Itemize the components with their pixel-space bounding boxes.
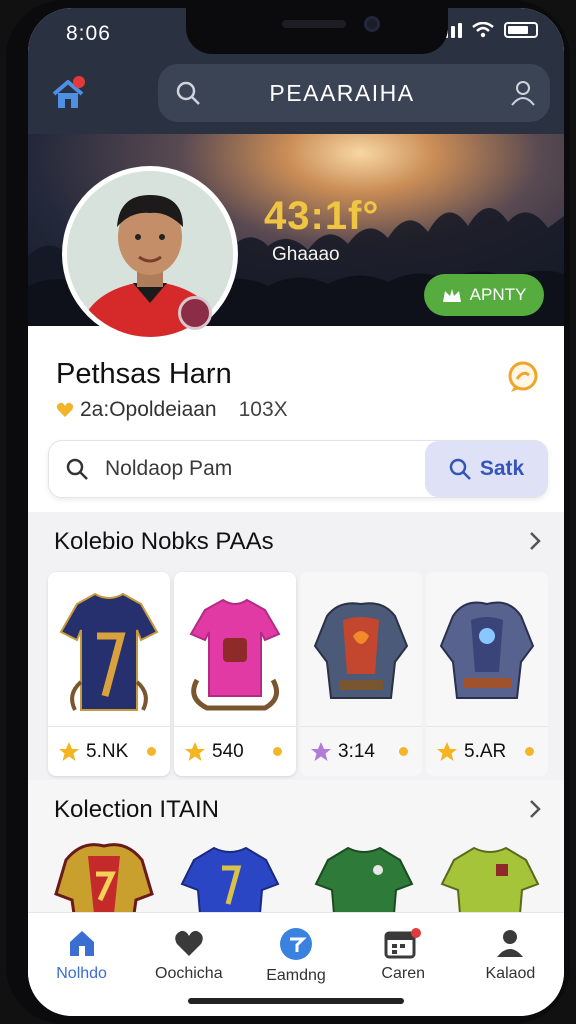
search-button[interactable]: Satk bbox=[425, 441, 547, 497]
home-icon bbox=[69, 931, 94, 956]
item-value: 540 bbox=[212, 740, 244, 762]
phone-frame: 8:06 PEAARAIHA 43:1f° Ghaaao APNTY Peths… bbox=[6, 0, 570, 1024]
star-gold-icon bbox=[185, 741, 205, 761]
notch bbox=[186, 8, 448, 54]
nav-explore-label: Eamdng bbox=[266, 967, 326, 984]
profile-subtitle-row: 2a:Opoldeiaan 103X bbox=[56, 398, 288, 422]
front-camera bbox=[364, 16, 380, 32]
header-title: PEAARAIHA bbox=[269, 79, 415, 106]
coin-icon bbox=[399, 747, 408, 756]
collection-item[interactable]: 3:14 bbox=[300, 572, 422, 776]
collection-2-title: Kolection ITAIN bbox=[54, 796, 219, 823]
score-display: 43:1f° bbox=[264, 194, 380, 238]
home-notification-icon[interactable] bbox=[48, 74, 88, 114]
collection-item[interactable]: 540 bbox=[174, 572, 296, 776]
nav-favorites-label: Oochicha bbox=[155, 965, 223, 982]
chevron-right-icon[interactable] bbox=[528, 798, 542, 825]
nav-calendar-label: Caren bbox=[381, 965, 425, 982]
status-icons bbox=[437, 22, 538, 38]
item-value: 5.AR bbox=[464, 740, 507, 762]
profile-subtitle: 2a:Opoldeiaan bbox=[80, 398, 217, 421]
chevron-right-icon[interactable] bbox=[528, 530, 542, 557]
team-emblem-icon bbox=[178, 296, 212, 330]
coin-icon bbox=[147, 747, 156, 756]
armor-gold-icon[interactable] bbox=[52, 834, 156, 914]
collection-item[interactable]: 5.AR bbox=[426, 572, 548, 776]
armor-red-icon bbox=[313, 602, 409, 699]
star-gold-icon bbox=[59, 741, 79, 761]
heart-icon bbox=[56, 402, 74, 417]
search-icon bbox=[49, 457, 105, 481]
header-search-bar[interactable]: PEAARAIHA bbox=[158, 64, 550, 122]
wifi-icon bbox=[472, 22, 494, 38]
collection-section-2: Kolection ITAIN bbox=[28, 780, 564, 914]
star-gold-icon bbox=[437, 741, 457, 761]
jersey-green-icon[interactable] bbox=[312, 834, 416, 914]
item-value: 3:14 bbox=[338, 740, 375, 762]
profile-percent: 103X bbox=[238, 398, 288, 421]
collection-item-info: 3:14 bbox=[300, 726, 422, 776]
profile-name: Pethsas Harn bbox=[56, 358, 232, 390]
status-time: 8:06 bbox=[66, 22, 111, 45]
home-indicator[interactable] bbox=[188, 998, 404, 1004]
chat-bubble-icon[interactable] bbox=[506, 360, 540, 399]
profile-icon bbox=[497, 930, 524, 957]
collection-1-title: Kolebio Nobks PAAs bbox=[54, 528, 274, 555]
battery-icon bbox=[504, 22, 538, 38]
jersey-blue-icon[interactable] bbox=[178, 834, 282, 914]
search-input[interactable]: Noldaop Pam bbox=[105, 457, 425, 481]
activity-button-label: APNTY bbox=[469, 285, 527, 304]
item-value: 5.NK bbox=[86, 740, 129, 762]
nav-profile[interactable]: Kalaod bbox=[457, 913, 564, 1016]
coin-icon bbox=[525, 747, 534, 756]
search-icon bbox=[158, 80, 218, 106]
score-subtitle: Ghaaao bbox=[272, 244, 340, 265]
item-search-bar[interactable]: Noldaop Pam Satk bbox=[48, 440, 548, 498]
calendar-icon bbox=[384, 928, 422, 959]
armor-blue-icon bbox=[439, 601, 535, 699]
collection-item[interactable]: 5.NK bbox=[48, 572, 170, 776]
collection-item-info: 5.NK bbox=[48, 726, 170, 776]
collection-item-info: 540 bbox=[174, 726, 296, 776]
heart-icon bbox=[175, 930, 203, 956]
nav-home[interactable]: Nolhdo bbox=[28, 913, 135, 1016]
search-button-label: Satk bbox=[479, 457, 525, 480]
user-icon[interactable] bbox=[496, 79, 550, 107]
collection-section-1: Kolebio Nobks PAAs 5.NK 540 3:14 5.AR bbox=[28, 512, 564, 780]
compass-icon bbox=[280, 928, 312, 960]
coin-icon bbox=[273, 747, 282, 756]
activity-button[interactable]: APNTY bbox=[424, 274, 544, 316]
app-screen: 8:06 PEAARAIHA 43:1f° Ghaaao APNTY Peths… bbox=[28, 8, 564, 1016]
star-purple-icon bbox=[311, 741, 331, 761]
collection-item-info: 5.AR bbox=[426, 726, 548, 776]
jersey-pink-icon bbox=[189, 598, 281, 711]
profile-card: Pethsas Harn 2a:Opoldeiaan 103X Noldaop … bbox=[28, 326, 564, 512]
nav-profile-label: Kalaod bbox=[485, 965, 536, 982]
nav-home-label: Nolhdo bbox=[56, 965, 107, 982]
jersey-navy-icon bbox=[59, 592, 159, 711]
crown-icon bbox=[442, 289, 461, 302]
speaker bbox=[282, 20, 346, 28]
jersey-lime-icon[interactable] bbox=[438, 834, 542, 914]
search-icon bbox=[449, 458, 471, 480]
